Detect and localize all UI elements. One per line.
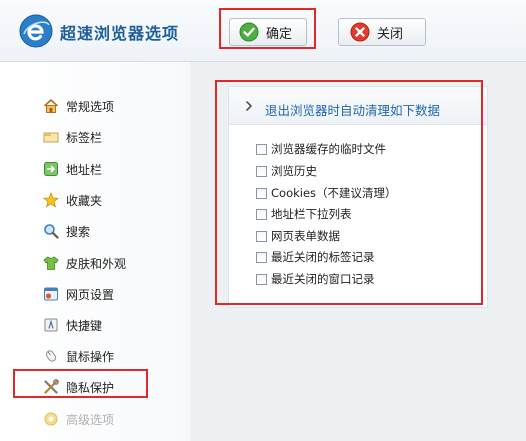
sidebar-item-label: 收藏夹 [66, 193, 103, 208]
search-icon [44, 224, 59, 239]
sidebar-item-mouse[interactable]: 鼠标操作 [43, 346, 114, 366]
sidebar-item-shortcuts[interactable]: 快捷键 [43, 315, 102, 335]
ok-button-highlight [219, 8, 316, 49]
star-icon [43, 192, 59, 208]
sidebar-item-search[interactable]: 搜索 [43, 221, 90, 241]
checkbox[interactable] [256, 143, 267, 155]
sidebar-item-favorites[interactable]: 收藏夹 [43, 190, 102, 210]
sidebar-item-address-bar[interactable]: 地址栏 [43, 159, 102, 179]
home-icon [43, 99, 59, 113]
option-label: Cookies（不建议清理） [271, 186, 397, 200]
close-button-label: 关闭 [377, 26, 404, 42]
sidebar-item-label: 标签栏 [66, 130, 103, 145]
option-history[interactable]: 浏览历史 [256, 163, 317, 179]
sidebar-item-label: 快捷键 [66, 318, 103, 333]
privacy-item-highlight [13, 369, 148, 398]
option-cookies[interactable]: Cookies（不建议清理） [256, 185, 397, 201]
option-form-data[interactable]: 网页表单数据 [256, 228, 340, 244]
sidebar-item-label: 鼠标操作 [66, 349, 115, 364]
checkbox[interactable] [256, 187, 267, 199]
option-cache[interactable]: 浏览器缓存的临时文件 [256, 141, 386, 157]
tab-bar-icon [43, 132, 59, 143]
sidebar-item-general[interactable]: 常规选项 [43, 96, 114, 116]
sidebar-item-advanced[interactable]: 高级选项 [43, 409, 114, 429]
sidebar-item-label: 常规选项 [66, 99, 115, 114]
option-label: 网页表单数据 [271, 229, 340, 243]
advanced-gear-icon [44, 412, 58, 426]
option-closed-tabs[interactable]: 最近关闭的标签记录 [256, 249, 375, 265]
option-label: 最近关闭的标签记录 [271, 250, 375, 264]
sidebar-item-skin[interactable]: 皮肤和外观 [43, 253, 126, 273]
sidebar-item-tab-bar[interactable]: 标签栏 [43, 127, 102, 147]
sidebar-item-label: 皮肤和外观 [66, 256, 127, 271]
sidebar-item-label: 搜索 [66, 224, 91, 239]
shirt-icon [43, 256, 59, 270]
mouse-icon [45, 350, 57, 362]
browser-logo-icon [19, 14, 53, 48]
checkbox[interactable] [256, 165, 267, 177]
option-label: 浏览器缓存的临时文件 [271, 142, 386, 156]
option-closed-windows[interactable]: 最近关闭的窗口记录 [256, 271, 375, 287]
sidebar-item-label: 网页设置 [66, 287, 115, 302]
sidebar-item-label: 地址栏 [66, 162, 103, 177]
app-title: 超速浏览器选项 [60, 24, 180, 43]
address-bar-icon [44, 162, 58, 176]
close-icon [350, 22, 370, 42]
sidebar-item-webpage[interactable]: 网页设置 [43, 284, 114, 304]
sidebar-item-label: 高级选项 [66, 412, 115, 427]
close-button[interactable]: 关闭 [338, 18, 426, 46]
option-address-dropdown[interactable]: 地址栏下拉列表 [256, 206, 352, 222]
checkbox[interactable] [256, 251, 267, 263]
shortcut-icon [44, 318, 58, 332]
checkbox[interactable] [256, 273, 267, 285]
option-label: 浏览历史 [271, 164, 317, 178]
webpage-icon [44, 287, 58, 301]
option-label: 地址栏下拉列表 [271, 207, 352, 221]
checkbox[interactable] [256, 230, 267, 242]
checkbox[interactable] [256, 208, 267, 220]
option-label: 最近关闭的窗口记录 [271, 272, 375, 286]
